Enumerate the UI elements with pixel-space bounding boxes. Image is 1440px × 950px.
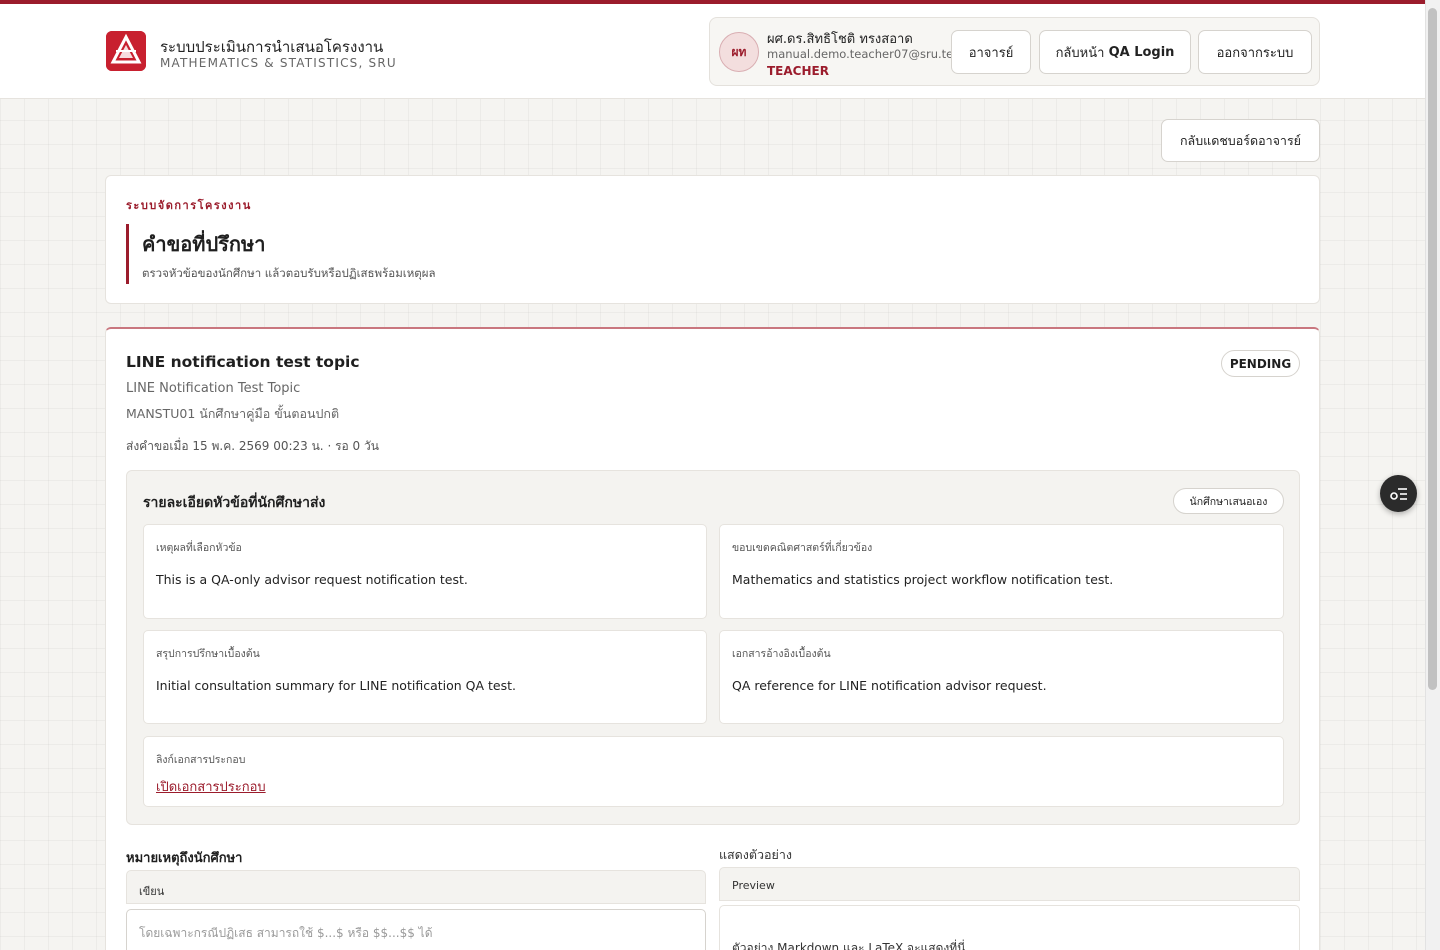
field-label: ลิงก์เอกสารประกอบ	[156, 754, 246, 766]
qa-login-bold: QA Login	[1108, 44, 1175, 60]
preview-text: ตัวอย่าง Markdown และ LaTeX จะแสดงที่นี่	[732, 941, 966, 950]
settings-list-icon	[1389, 487, 1407, 500]
field-value: This is a QA-only advisor request notifi…	[156, 572, 468, 587]
user-email: manual.demo.teacher07@sru.test	[767, 47, 964, 61]
request-student: MANSTU01 นักศึกษาคู่มือ ขั้นตอนปกติ	[126, 406, 340, 421]
page-kicker: ระบบจัดการโครงงาน	[126, 199, 252, 212]
scrollbar-thumb[interactable]	[1428, 8, 1437, 690]
field-label: ขอบเขตคณิตศาสตร์ที่เกี่ยวข้อง	[732, 542, 873, 554]
back-to-dashboard-button[interactable]: กลับแดชบอร์ดอาจารย์	[1161, 119, 1320, 162]
logo-emblem-icon	[106, 31, 146, 71]
brand-logo[interactable]	[106, 31, 146, 71]
write-tab[interactable]: เขียน	[126, 870, 706, 904]
page-description: ตรวจหัวข้อของนักศึกษา แล้วตอบรับหรือปฏิเ…	[142, 266, 436, 280]
title-accent-bar	[126, 224, 129, 284]
topic-details-section: รายละเอียดหัวข้อที่นักศึกษาส่ง นักศึกษาเ…	[126, 470, 1300, 825]
field-consultation-summary: สรุปการปรึกษาเบื้องต้น Initial consultat…	[143, 630, 707, 724]
page-title: คำขอที่ปรึกษา	[142, 232, 266, 256]
notes-textarea[interactable]	[126, 909, 706, 950]
notes-label: หมายเหตุถึงนักศึกษา	[126, 851, 243, 866]
status-badge: PENDING	[1221, 350, 1300, 377]
field-math-scope: ขอบเขตคณิตศาสตร์ที่เกี่ยวข้อง Mathematic…	[719, 524, 1284, 619]
user-panel: ผท ผศ.ดร.สิทธิโชติ ทรงสอาด manual.demo.t…	[709, 17, 1320, 86]
field-label: เอกสารอ้างอิงเบื้องต้น	[732, 648, 831, 660]
logout-button[interactable]: ออกจากระบบ	[1198, 30, 1312, 74]
field-label: เหตุผลที่เลือกหัวข้อ	[156, 542, 242, 554]
request-title: LINE notification test topic	[126, 353, 360, 371]
avatar: ผท	[719, 32, 759, 72]
preview-tab[interactable]: Preview	[719, 867, 1300, 901]
open-attachment-link[interactable]: เปิดเอกสารประกอบ	[156, 776, 266, 797]
field-value: Initial consultation summary for LINE no…	[156, 678, 516, 693]
field-value: QA reference for LINE notification advis…	[732, 678, 1047, 693]
field-attachment: ลิงก์เอกสารประกอบ เปิดเอกสารประกอบ	[143, 736, 1284, 807]
proposal-source-badge: นักศึกษาเสนอเอง	[1173, 488, 1284, 514]
preview-box: ตัวอย่าง Markdown และ LaTeX จะแสดงที่นี่	[719, 905, 1300, 950]
request-subtitle: LINE Notification Test Topic	[126, 381, 301, 396]
field-label: สรุปการปรึกษาเบื้องต้น	[156, 648, 260, 660]
details-title: รายละเอียดหัวข้อที่นักศึกษาส่ง	[143, 495, 326, 511]
user-role: TEACHER	[767, 64, 829, 78]
teacher-button[interactable]: อาจารย์	[951, 30, 1031, 74]
page-header-panel: ระบบจัดการโครงงาน คำขอที่ปรึกษา ตรวจหัวข…	[105, 175, 1320, 304]
field-reason: เหตุผลที่เลือกหัวข้อ This is a QA-only a…	[143, 524, 707, 619]
user-name: ผศ.ดร.สิทธิโชติ ทรงสอาด	[767, 32, 913, 47]
brand-subtitle: MATHEMATICS & STATISTICS, SRU	[160, 56, 397, 70]
field-references: เอกสารอ้างอิงเบื้องต้น QA reference for …	[719, 630, 1284, 724]
request-sent-date: ส่งคำขอเมื่อ 15 พ.ค. 2569 00:23 น. · รอ …	[126, 439, 379, 453]
field-value: Mathematics and statistics project workf…	[732, 572, 1114, 587]
qa-login-prefix: กลับหน้า	[1055, 45, 1105, 61]
preview-label: แสดงตัวอย่าง	[719, 847, 792, 862]
qa-login-button[interactable]: กลับหน้า QA Login	[1039, 30, 1191, 74]
floating-menu-button[interactable]	[1380, 475, 1417, 512]
advisor-request-card: LINE notification test topic LINE Notifi…	[105, 327, 1320, 950]
app-header: ระบบประเมินการนำเสนอโครงงาน MATHEMATICS …	[0, 4, 1425, 99]
